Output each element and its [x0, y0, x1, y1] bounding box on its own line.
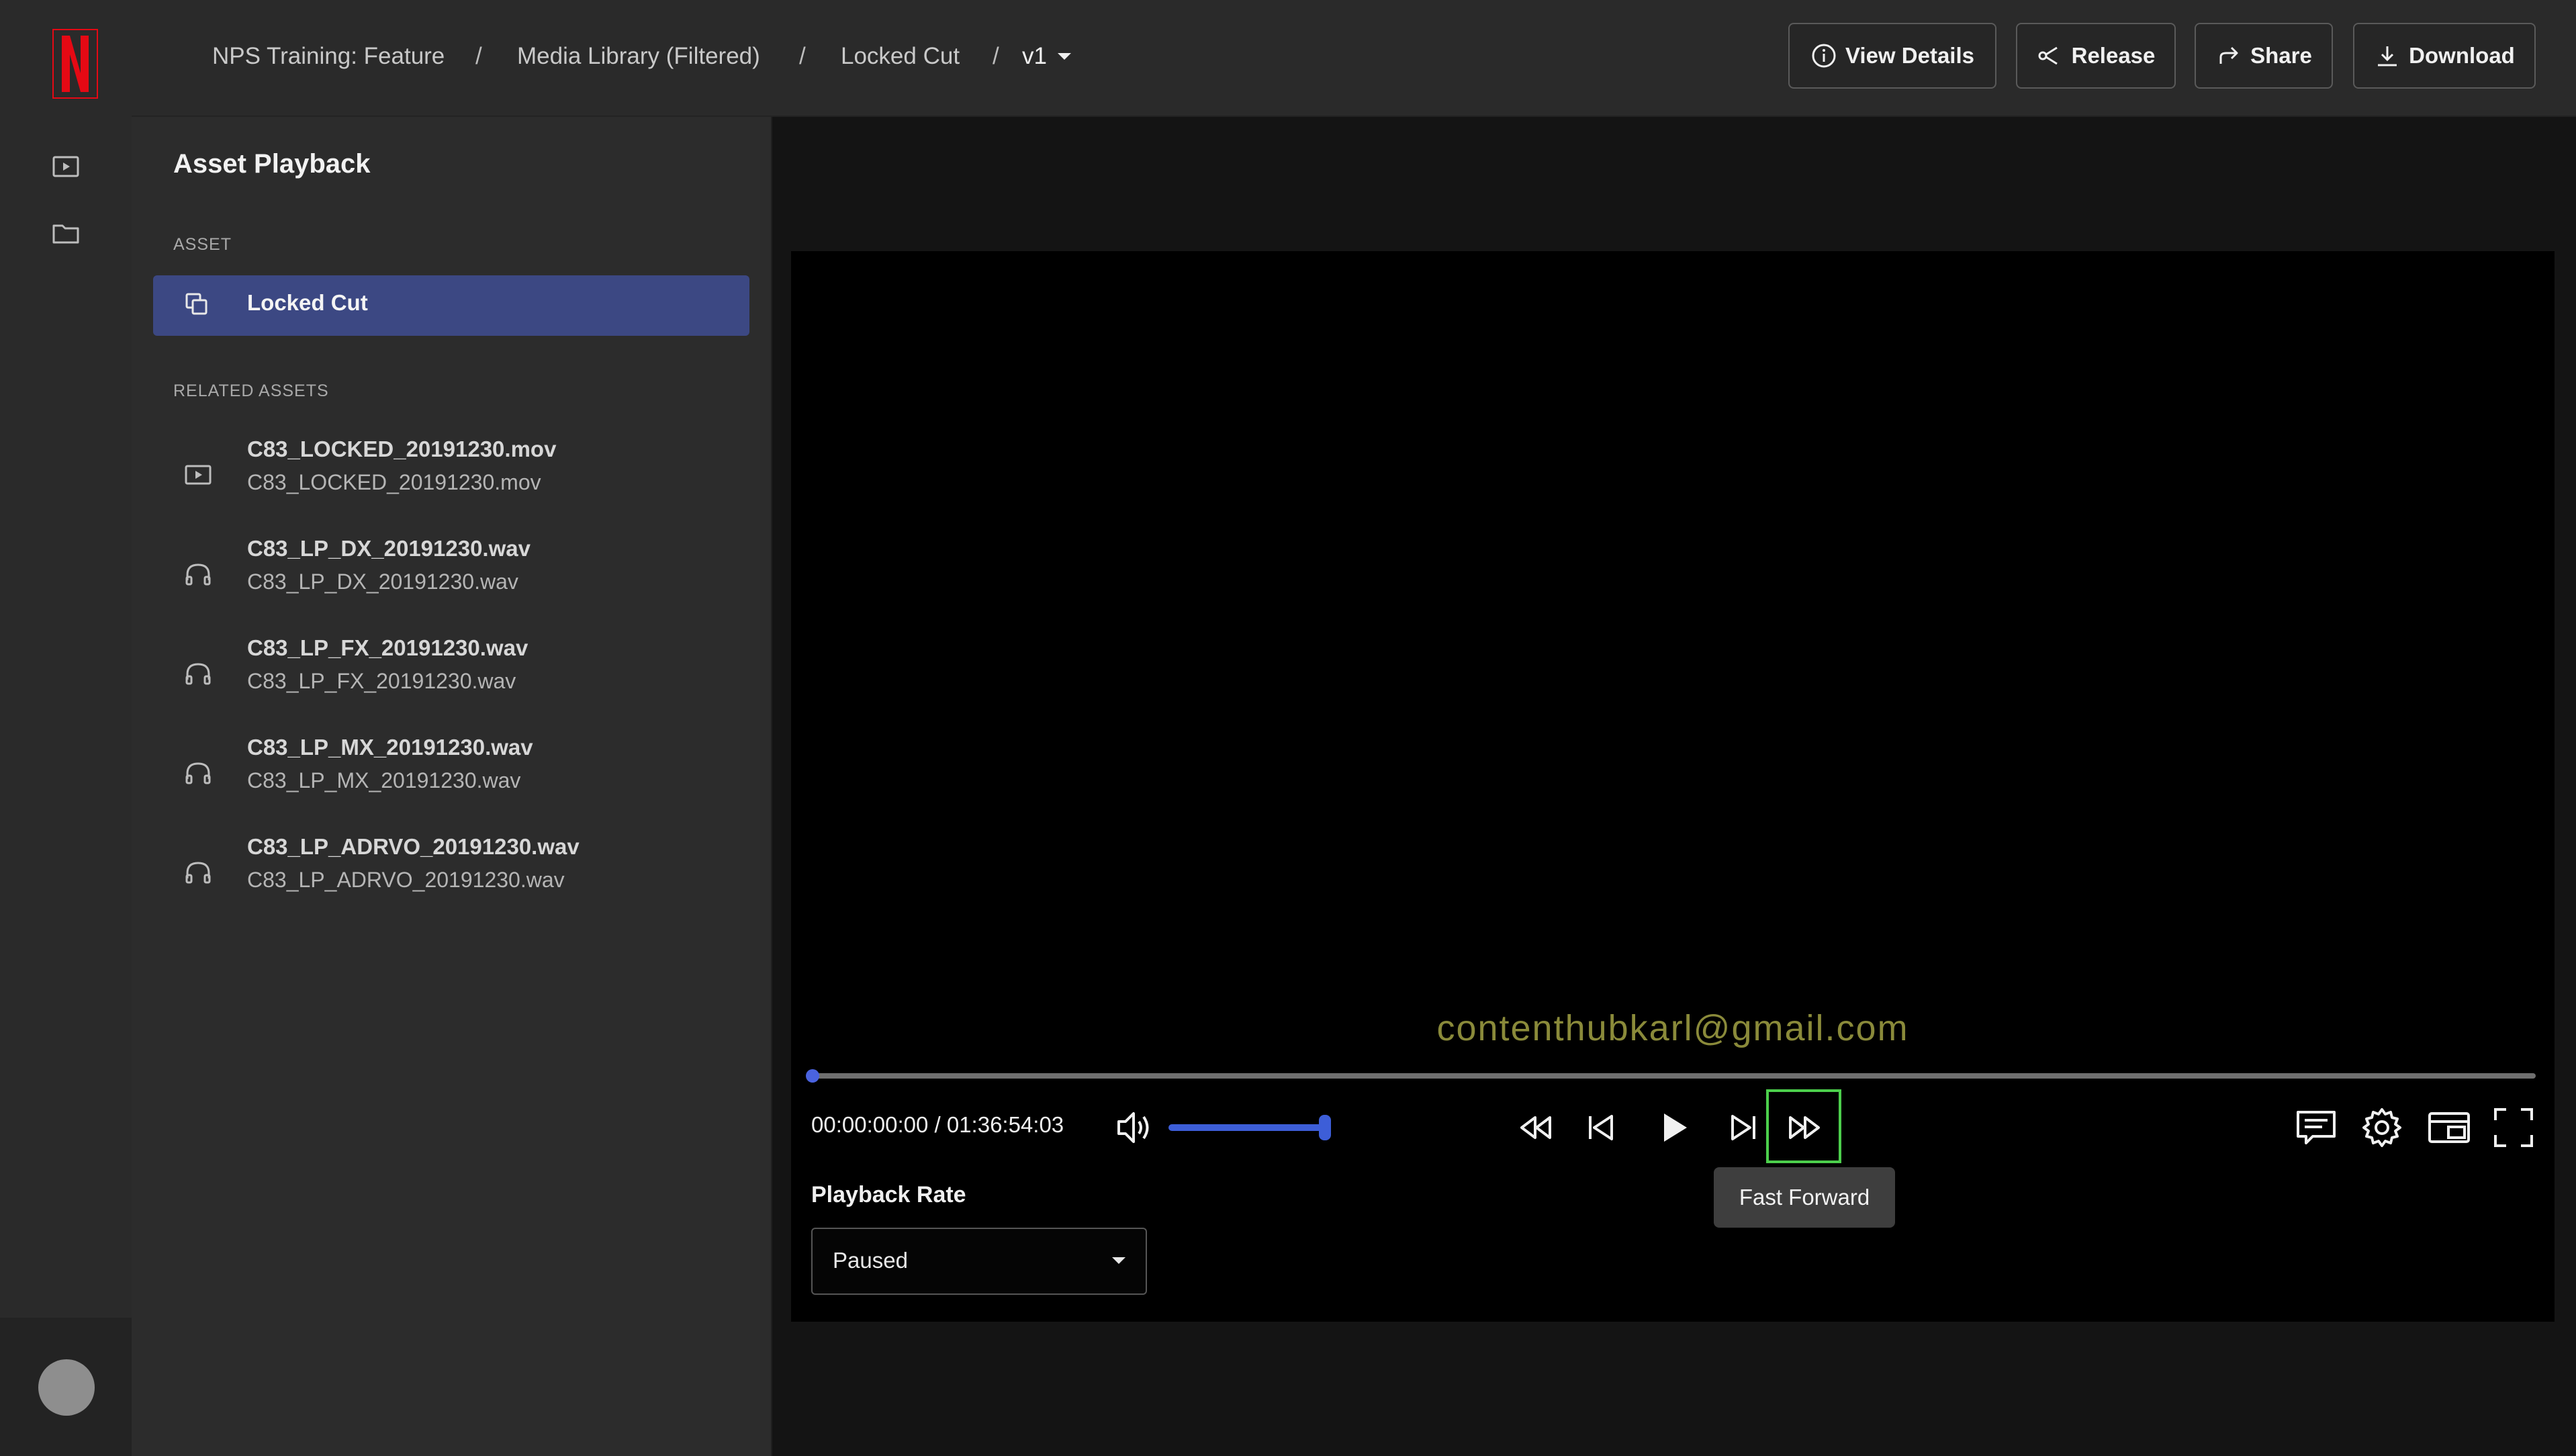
asset-panel: Asset Playback ASSET Locked Cut RELATED … [132, 117, 772, 1456]
watermark: contenthubkarl@gmail.com [1436, 1008, 1909, 1048]
fullscreen-icon[interactable] [2490, 1104, 2537, 1151]
video-icon [183, 459, 214, 490]
download-label: Download [2409, 43, 2515, 68]
view-details-label: View Details [1845, 43, 1974, 68]
version-dropdown[interactable]: v1 [1022, 40, 1071, 73]
related-asset-item[interactable]: C83_LP_FX_20191230.wav C83_LP_FX_2019123… [153, 629, 749, 723]
release-label: Release [2071, 43, 2156, 68]
picture-in-picture-icon[interactable] [2426, 1104, 2473, 1151]
left-rail [0, 0, 133, 1456]
volume-icon[interactable] [1112, 1104, 1159, 1151]
panel-title: Asset Playback [173, 149, 371, 179]
volume-handle[interactable] [1319, 1115, 1331, 1140]
chevron-down-icon [1057, 53, 1071, 60]
related-asset-name: C83_LP_DX_20191230.wav [247, 536, 531, 561]
related-asset-file: C83_LP_DX_20191230.wav [247, 570, 518, 594]
breadcrumb-separator: / [993, 43, 999, 69]
related-asset-file: C83_LP_ADRVO_20191230.wav [247, 868, 565, 892]
timecode: 00:00:00:00 / 01:36:54:03 [811, 1112, 1064, 1137]
step-back-icon[interactable] [1578, 1104, 1625, 1151]
active-asset-label: Locked Cut [247, 290, 368, 315]
play-box-icon[interactable] [49, 149, 83, 183]
related-asset-name: C83_LP_ADRVO_20191230.wav [247, 834, 580, 859]
related-asset-item[interactable]: C83_LP_DX_20191230.wav C83_LP_DX_2019123… [153, 529, 749, 623]
version-label: v1 [1022, 43, 1047, 69]
related-asset-name: C83_LOCKED_20191230.mov [247, 437, 557, 461]
share-button[interactable]: Share [2195, 23, 2333, 89]
step-forward-icon[interactable] [1719, 1104, 1766, 1151]
asset-section-label: ASSET [173, 235, 232, 254]
playback-rate-select[interactable]: Paused [811, 1228, 1147, 1295]
rail-footer [0, 1318, 132, 1456]
download-icon [2378, 46, 2397, 66]
breadcrumb-separator: / [475, 43, 482, 69]
headphones-icon [183, 857, 214, 888]
release-button[interactable]: Release [2016, 23, 2176, 89]
active-asset-item[interactable]: Locked Cut [153, 275, 749, 336]
folder-icon[interactable] [49, 216, 83, 250]
headphones-icon [183, 559, 214, 590]
copy-icon [181, 290, 212, 321]
download-button[interactable]: Download [2353, 23, 2536, 89]
gear-icon[interactable] [2358, 1104, 2405, 1151]
captions-icon[interactable] [2293, 1104, 2340, 1151]
related-asset-file: C83_LP_FX_20191230.wav [247, 669, 516, 693]
related-asset-name: C83_LP_FX_20191230.wav [247, 635, 528, 660]
fast-forward-tooltip: Fast Forward [1714, 1167, 1895, 1228]
related-asset-item[interactable]: C83_LP_ADRVO_20191230.wav C83_LP_ADRVO_2… [153, 827, 749, 921]
headphones-icon [183, 658, 214, 689]
progress-handle[interactable] [806, 1069, 819, 1083]
chevron-down-icon [1112, 1257, 1125, 1264]
avatar[interactable] [38, 1359, 95, 1416]
video-player[interactable]: contenthubkarl@gmail.com 00:00:00:00 / 0… [791, 251, 2555, 1322]
netflix-logo[interactable] [52, 29, 98, 99]
view-details-button[interactable]: View Details [1788, 23, 1996, 89]
rewind-icon[interactable] [1512, 1104, 1559, 1151]
fast-forward-highlight [1766, 1089, 1841, 1163]
breadcrumb-separator: / [799, 43, 806, 69]
info-icon [1812, 44, 1836, 68]
progress-bar[interactable] [806, 1069, 2536, 1083]
breadcrumb-project[interactable]: NPS Training: Feature [212, 40, 445, 73]
related-asset-file: C83_LOCKED_20191230.mov [247, 470, 541, 494]
volume-slider[interactable] [1168, 1124, 1330, 1131]
share-arrow-icon [2219, 46, 2238, 64]
headphones-icon [183, 758, 214, 788]
related-asset-item[interactable]: C83_LOCKED_20191230.mov C83_LOCKED_20191… [153, 430, 749, 524]
related-section-label: RELATED ASSETS [173, 381, 329, 400]
play-icon[interactable] [1651, 1104, 1698, 1151]
related-asset-file: C83_LP_MX_20191230.wav [247, 768, 521, 792]
related-asset-item[interactable]: C83_LP_MX_20191230.wav C83_LP_MX_2019123… [153, 728, 749, 822]
breadcrumb-library[interactable]: Media Library (Filtered) [517, 40, 760, 73]
share-nodes-icon [2038, 46, 2058, 65]
playback-rate-value: Paused [833, 1248, 908, 1273]
playback-rate-label: Playback Rate [811, 1182, 966, 1208]
share-label: Share [2250, 43, 2312, 68]
related-asset-name: C83_LP_MX_20191230.wav [247, 735, 533, 760]
breadcrumb-asset[interactable]: Locked Cut [841, 40, 960, 73]
top-header: NPS Training: Feature / Media Library (F… [132, 0, 2576, 117]
